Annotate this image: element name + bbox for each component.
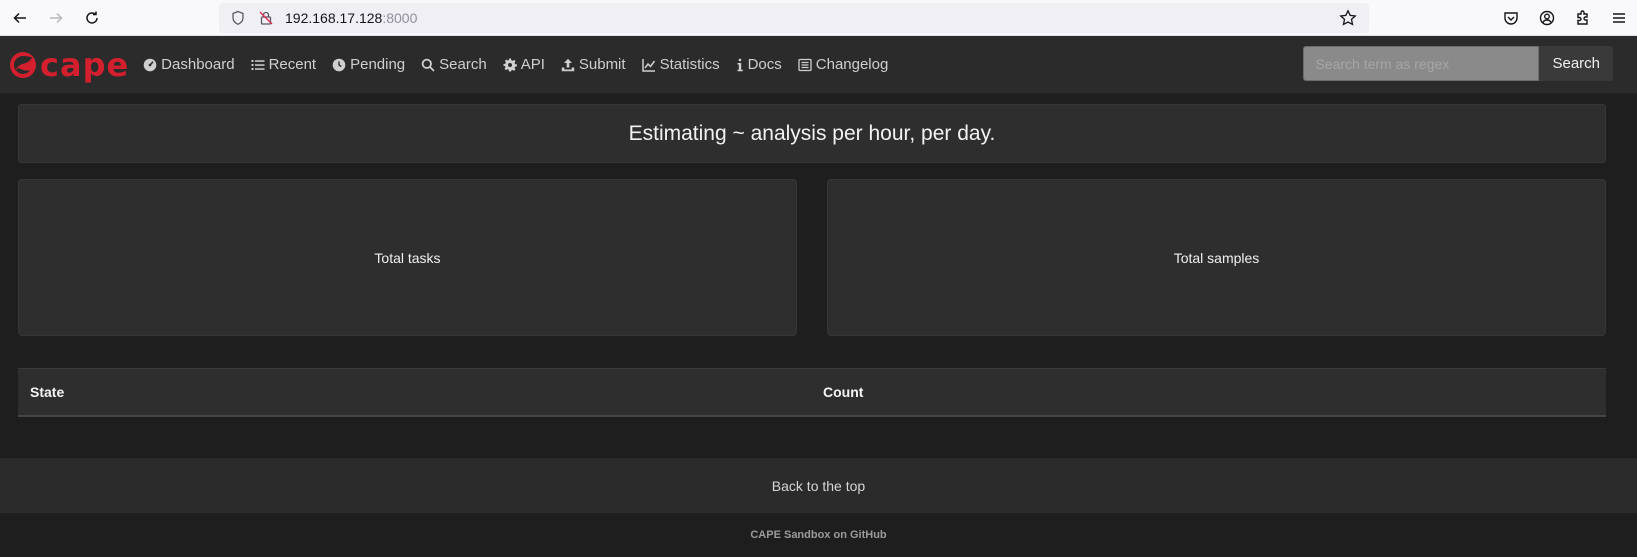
- cape-logo-icon: [10, 51, 36, 78]
- column-header-state: State: [18, 368, 811, 417]
- info-icon: [736, 58, 744, 72]
- total-samples-label: Total samples: [1173, 249, 1260, 266]
- reload-icon[interactable]: [80, 6, 104, 30]
- nav-statistics[interactable]: Statistics: [641, 56, 720, 73]
- bookmark-star-icon[interactable]: [1339, 9, 1357, 32]
- nav-dashboard[interactable]: Dashboard: [143, 56, 235, 73]
- page-headline: Estimating ~ analysis per hour, per day.: [18, 104, 1606, 163]
- column-header-count: Count: [811, 368, 1606, 417]
- menu-icon[interactable]: [1607, 6, 1631, 30]
- search-input[interactable]: [1303, 46, 1540, 81]
- nav-api-label: API: [520, 56, 545, 73]
- account-icon[interactable]: [1535, 6, 1559, 30]
- extensions-icon[interactable]: [1571, 6, 1595, 30]
- list-icon: [251, 58, 265, 72]
- cape-logo[interactable]: cape: [8, 49, 129, 81]
- nav-recent-label: Recent: [268, 56, 317, 73]
- nav-pending-label: Pending: [350, 56, 406, 73]
- upload-icon: [561, 58, 575, 72]
- dashboard-icon: [143, 58, 157, 72]
- nav-search[interactable]: Search: [421, 56, 487, 73]
- total-tasks-card: Total tasks: [18, 179, 797, 336]
- nav-changelog-label: Changelog: [815, 56, 889, 73]
- search-icon: [421, 58, 435, 72]
- url-port: :8000: [382, 10, 418, 26]
- browser-toolbar: 192.168.17.128:8000: [0, 0, 1637, 36]
- footer-github-link[interactable]: CAPE Sandbox on GitHub: [0, 513, 1637, 557]
- clock-icon: [332, 58, 346, 72]
- pocket-icon[interactable]: [1499, 6, 1523, 30]
- main-navbar: cape Dashboard Recent Pending Search API: [0, 36, 1637, 94]
- nav-statistics-label: Statistics: [659, 56, 720, 73]
- nav-search-label: Search: [439, 56, 487, 73]
- nav-changelog[interactable]: Changelog: [798, 56, 889, 73]
- stats-cards: Total tasks Total samples: [18, 179, 1606, 336]
- nav-recent[interactable]: Recent: [251, 56, 317, 73]
- search-button[interactable]: Search: [1539, 46, 1613, 81]
- forward-arrow-icon[interactable]: [44, 6, 68, 30]
- back-arrow-icon[interactable]: [8, 6, 32, 30]
- chart-icon: [641, 58, 656, 72]
- url-bar[interactable]: 192.168.17.128:8000: [219, 3, 1369, 33]
- back-to-top-link[interactable]: Back to the top: [0, 458, 1637, 513]
- nav-docs[interactable]: Docs: [736, 56, 782, 73]
- insecure-lock-icon[interactable]: [257, 9, 275, 27]
- table-header-row: State Count: [18, 368, 1606, 417]
- nav-api[interactable]: API: [503, 56, 545, 73]
- navbar-search-form: Search: [1303, 46, 1613, 81]
- total-samples-card: Total samples: [827, 179, 1606, 336]
- nav-submit[interactable]: Submit: [561, 56, 626, 73]
- nav-docs-label: Docs: [747, 56, 782, 73]
- nav-pending[interactable]: Pending: [332, 56, 405, 73]
- shield-icon[interactable]: [229, 9, 247, 27]
- main-content: Estimating ~ analysis per hour, per day.…: [0, 94, 1637, 417]
- state-count-table: State Count: [18, 368, 1606, 417]
- total-tasks-label: Total tasks: [374, 249, 441, 266]
- gear-icon: [503, 58, 517, 72]
- changelog-icon: [798, 58, 812, 72]
- nav-submit-label: Submit: [578, 56, 626, 73]
- nav-dashboard-label: Dashboard: [161, 56, 235, 73]
- brand-name: cape: [40, 45, 130, 84]
- url-host: 192.168.17.128: [285, 10, 383, 26]
